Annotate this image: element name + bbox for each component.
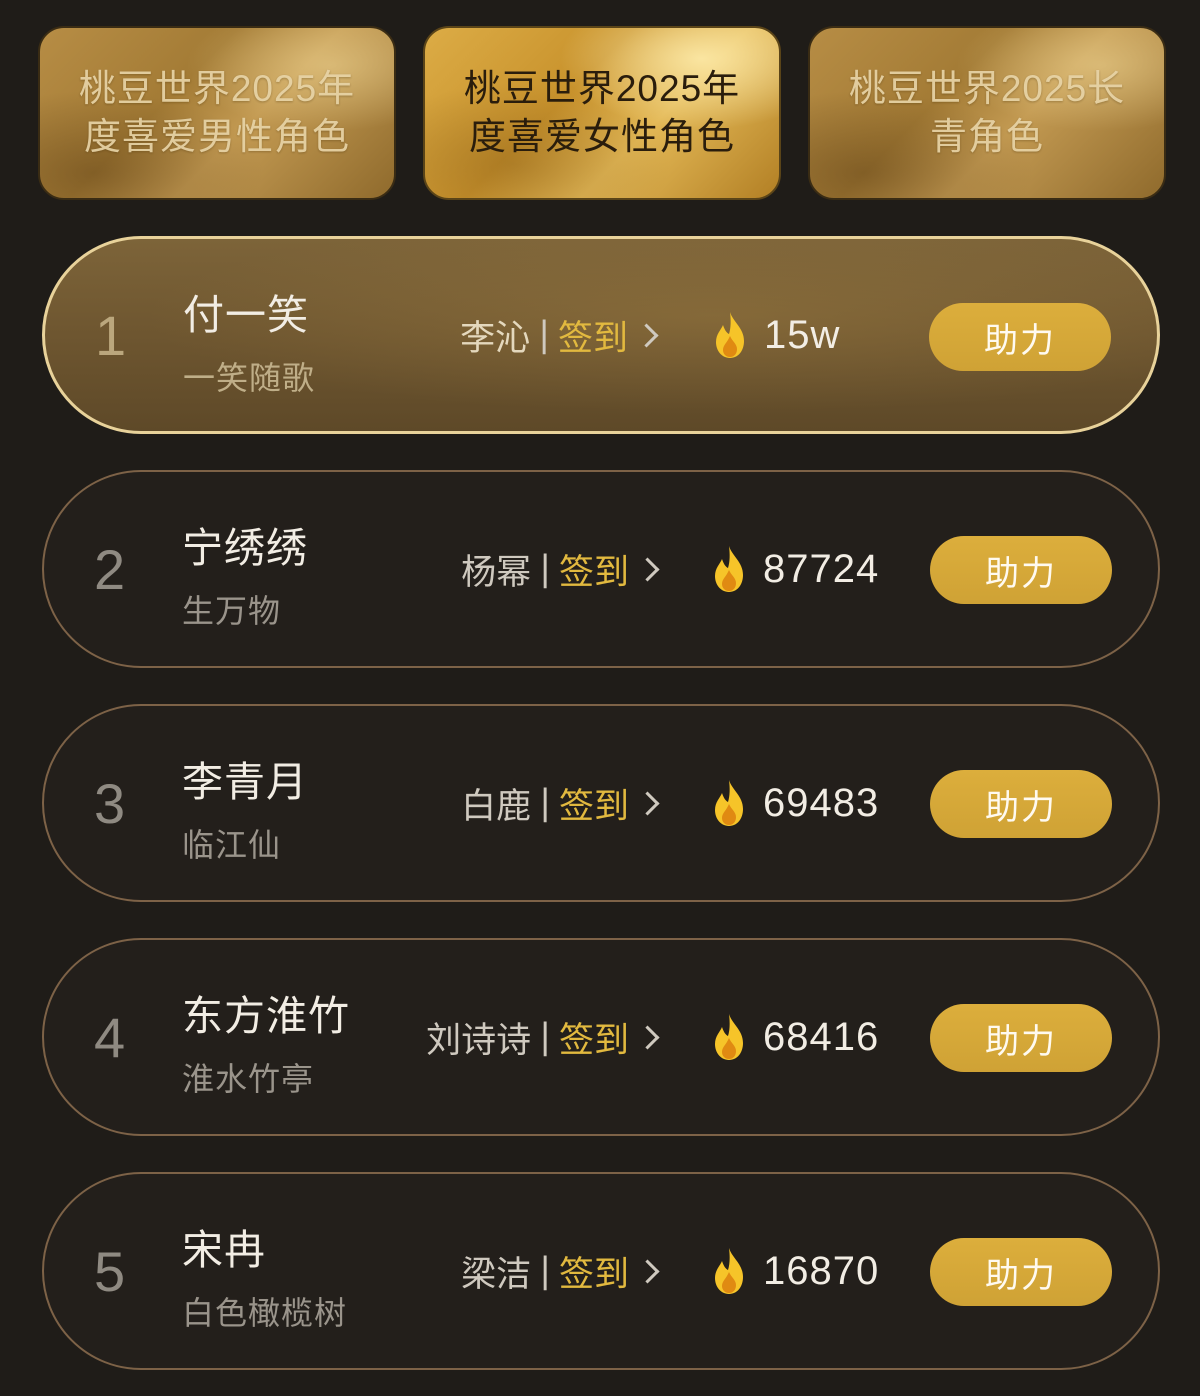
flame-icon [709, 1246, 749, 1296]
tab-label: 桃豆世界2025长青角色 [848, 68, 1126, 157]
drama-title: 白色橄榄树 [182, 1294, 348, 1332]
boost-button[interactable]: 助力 [930, 536, 1112, 604]
ranking-row-2[interactable]: 2 宁绣绣 生万物 杨幂 | 签到 87724 助力 [42, 470, 1160, 668]
heat-score: 16870 [709, 1174, 879, 1368]
boost-button[interactable]: 助力 [930, 1238, 1112, 1306]
heat-score: 69483 [709, 706, 879, 900]
ranking-row-5[interactable]: 5 宋冉 白色橄榄树 梁洁 | 签到 16870 助力 [42, 1172, 1160, 1370]
tab-female-characters[interactable]: 桃豆世界2025年度喜爱女性角色 [423, 26, 781, 200]
character-name: 付一笑 [183, 291, 309, 339]
rank-number: 2 [94, 537, 126, 601]
actor-signin-link[interactable]: 杨幂 | 签到 [461, 472, 660, 666]
heat-value: 15w [764, 312, 841, 357]
tab-label: 桃豆世界2025年度喜爱女性角色 [463, 68, 741, 157]
tab-evergreen-characters[interactable]: 桃豆世界2025长青角色 [808, 26, 1166, 200]
heat-value: 68416 [763, 1014, 880, 1059]
actor-name: 梁洁 [461, 1254, 532, 1295]
flame-icon [710, 310, 750, 360]
ranking-row-3[interactable]: 3 李青月 临江仙 白鹿 | 签到 69483 助力 [42, 704, 1160, 902]
separator: | [539, 1251, 551, 1291]
ranking-row-4[interactable]: 4 东方淮竹 淮水竹亭 刘诗诗 | 签到 68416 助力 [42, 938, 1160, 1136]
character-name: 东方淮竹 [182, 992, 350, 1040]
chevron-right-icon [635, 1258, 660, 1284]
drama-title: 临江仙 [182, 826, 282, 864]
chevron-right-icon [635, 556, 660, 582]
flame-icon [709, 1012, 749, 1062]
rank-number: 3 [94, 771, 126, 835]
boost-button[interactable]: 助力 [929, 303, 1111, 371]
boost-button[interactable]: 助力 [930, 1004, 1112, 1072]
actor-name: 刘诗诗 [426, 1020, 532, 1061]
signin-label: 签到 [558, 1254, 629, 1295]
drama-title: 一笑随歌 [183, 359, 316, 397]
actor-signin-link[interactable]: 梁洁 | 签到 [461, 1174, 660, 1368]
character-name: 宋冉 [182, 1226, 266, 1274]
drama-title: 淮水竹亭 [182, 1060, 315, 1098]
ranking-page: 桃豆世界2025年度喜爱男性角色 桃豆世界2025年度喜爱女性角色 桃豆世界20… [0, 0, 1200, 1396]
tab-label: 桃豆世界2025年度喜爱男性角色 [78, 68, 356, 157]
flame-icon [709, 778, 749, 828]
separator: | [539, 1017, 551, 1057]
signin-label: 签到 [558, 786, 629, 827]
heat-value: 87724 [763, 546, 880, 591]
actor-name: 杨幂 [461, 552, 532, 593]
actor-signin-link[interactable]: 白鹿 | 签到 [461, 706, 660, 900]
actor-signin-link[interactable]: 李沁 | 签到 [460, 239, 659, 431]
actor-name: 李沁 [460, 318, 531, 359]
flame-icon [709, 544, 749, 594]
signin-label: 签到 [557, 318, 628, 359]
heat-score: 15w [710, 239, 840, 431]
heat-value: 16870 [763, 1248, 880, 1293]
chevron-right-icon [635, 790, 660, 816]
drama-title: 生万物 [182, 592, 282, 630]
character-name: 宁绣绣 [182, 524, 308, 572]
boost-button[interactable]: 助力 [930, 770, 1112, 838]
chevron-right-icon [634, 322, 659, 348]
rank-number: 4 [94, 1005, 126, 1069]
signin-label: 签到 [558, 552, 629, 593]
heat-score: 68416 [709, 940, 879, 1134]
separator: | [538, 315, 550, 355]
heat-value: 69483 [763, 780, 880, 825]
separator: | [539, 549, 551, 589]
rank-number: 1 [95, 303, 127, 367]
ranking-row-1[interactable]: 1 付一笑 一笑随歌 李沁 | 签到 15w 助力 [42, 236, 1160, 434]
heat-score: 87724 [709, 472, 879, 666]
separator: | [539, 783, 551, 823]
actor-signin-link[interactable]: 刘诗诗 | 签到 [426, 940, 660, 1134]
category-tabs: 桃豆世界2025年度喜爱男性角色 桃豆世界2025年度喜爱女性角色 桃豆世界20… [38, 26, 1166, 202]
rank-number: 5 [94, 1239, 126, 1303]
signin-label: 签到 [558, 1020, 629, 1061]
tab-male-characters[interactable]: 桃豆世界2025年度喜爱男性角色 [38, 26, 396, 200]
chevron-right-icon [635, 1024, 660, 1050]
character-name: 李青月 [182, 758, 308, 806]
actor-name: 白鹿 [461, 786, 532, 827]
